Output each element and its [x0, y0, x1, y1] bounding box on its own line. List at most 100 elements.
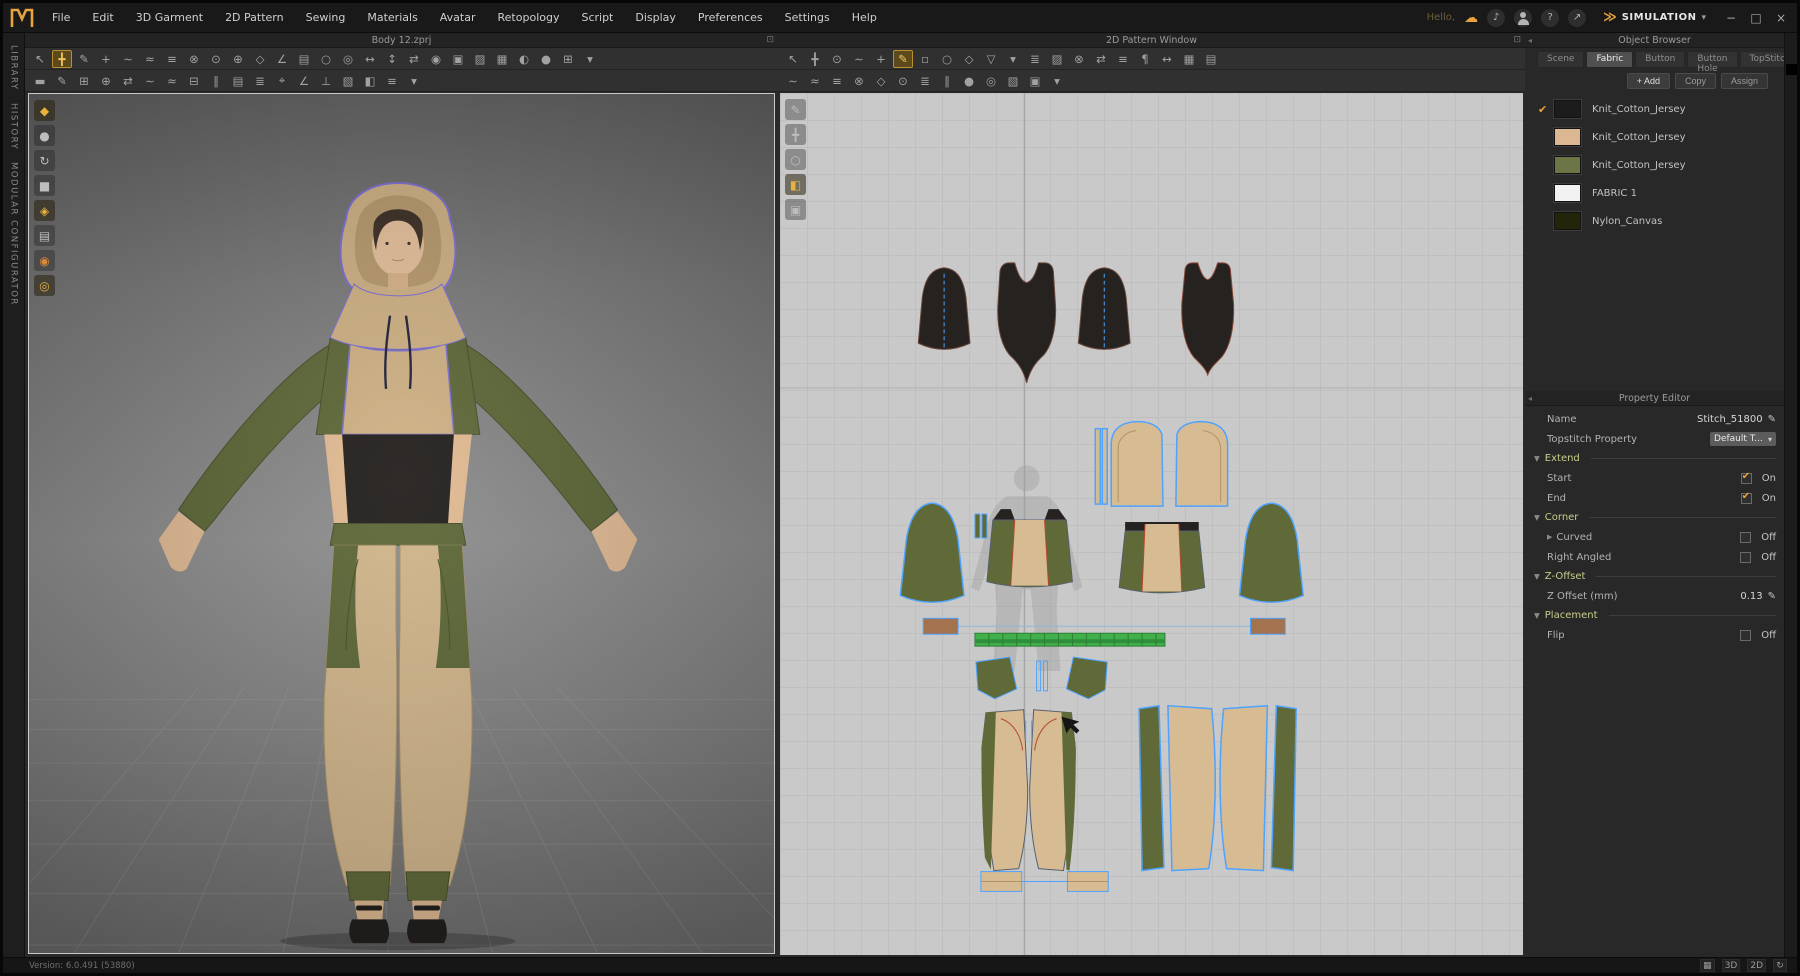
add-point-2d-icon[interactable]: +	[871, 50, 891, 68]
show-pattern-icon[interactable]: ▣	[448, 50, 468, 68]
tack-icon[interactable]: ⊕	[228, 50, 248, 68]
buttonhole-icon[interactable]: ◎	[981, 72, 1001, 90]
Knit_Cotton_Jersey[interactable]: Knit_Cotton_Jersey	[1525, 123, 1784, 151]
menu-sewing[interactable]: Sewing	[297, 7, 355, 28]
edit-pencil-icon[interactable]: ✎	[1768, 591, 1776, 602]
texture-2d-icon[interactable]: ▦	[1179, 50, 1199, 68]
pattern-hood-right[interactable]	[1176, 422, 1228, 507]
snap-icon[interactable]: ⌖	[272, 72, 292, 90]
camera-icon[interactable]: ◐	[514, 50, 534, 68]
transform-pattern-icon[interactable]: ╋	[52, 50, 72, 68]
Nylon_Canvas[interactable]: Nylon_Canvas	[1525, 207, 1784, 235]
show-pose-icon[interactable]: ↻	[34, 150, 55, 171]
section-corner[interactable]: ▼ Corner	[1525, 508, 1784, 527]
section-placement[interactable]: ▼ Placement	[1525, 606, 1784, 625]
relax-icon[interactable]: ≈	[162, 72, 182, 90]
mirror-icon[interactable]: ⇄	[118, 72, 138, 90]
render-icon[interactable]: ●	[536, 50, 556, 68]
object-browser-tab[interactable]: Scene	[1537, 51, 1584, 68]
grid-snap-icon[interactable]: ⊞	[558, 50, 578, 68]
wind-icon[interactable]: ∠	[272, 50, 292, 68]
pen-2d-icon[interactable]: ✎	[893, 50, 913, 68]
scale-icon[interactable]: ⇄	[404, 50, 424, 68]
user-account-icon[interactable]	[1514, 9, 1532, 27]
help-icon[interactable]: ?	[1541, 9, 1559, 27]
uv-grid-icon[interactable]: ▦	[492, 50, 512, 68]
menu-avatar[interactable]: Avatar	[431, 7, 485, 28]
options-retopo-icon[interactable]: ▾	[404, 72, 424, 90]
assign-fabric-button[interactable]: Assign	[1721, 73, 1768, 89]
show-seams-icon[interactable]: ▤	[34, 225, 55, 246]
free-sew-2d-icon[interactable]: ≈	[805, 72, 825, 90]
pin-2d-icon[interactable]: ⊙	[893, 72, 913, 90]
fold-2d-icon[interactable]: ◇	[871, 72, 891, 90]
dart-icon[interactable]: ▽	[981, 50, 1001, 68]
copy-fabric-button[interactable]: Copy	[1675, 73, 1716, 89]
edit-curvature-icon[interactable]: ∼	[849, 50, 869, 68]
undock-icon[interactable]: ⊡	[766, 35, 774, 45]
pressure-icon[interactable]: ◎	[338, 50, 358, 68]
detach-sewing-icon[interactable]: ⊗	[184, 50, 204, 68]
add-fabric-button[interactable]: + Add	[1627, 73, 1670, 89]
grid-toggle-icon[interactable]: ▦	[1700, 959, 1715, 972]
circle-icon[interactable]: ○	[937, 50, 957, 68]
zipper-icon[interactable]: ∥	[937, 72, 957, 90]
edit-point-icon[interactable]: ⊙	[827, 50, 847, 68]
show-world-icon[interactable]: ◎	[34, 275, 55, 296]
edit-tool-icon[interactable]: ✎	[785, 99, 806, 120]
sync-view-icon[interactable]: ↻	[1773, 959, 1787, 972]
pattern-pant-back-right[interactable]	[1220, 706, 1267, 871]
angle-icon[interactable]: ∠	[294, 72, 314, 90]
name-value[interactable]: Stitch_51800	[1697, 414, 1763, 425]
menu-edit[interactable]: Edit	[83, 7, 122, 28]
section-extend[interactable]: ▼ Extend	[1525, 449, 1784, 468]
mn-sew-icon[interactable]: ≡	[827, 72, 847, 90]
viewport-3d-canvas[interactable]	[29, 94, 774, 953]
menu-settings[interactable]: Settings	[776, 7, 839, 28]
delete-icon[interactable]: ⊟	[184, 72, 204, 90]
shade-icon[interactable]: ◧	[360, 72, 380, 90]
share-icon[interactable]: ↗	[1568, 9, 1586, 27]
scroll-thumb[interactable]	[1786, 64, 1797, 75]
edit-pencil-icon[interactable]: ✎	[1768, 414, 1776, 425]
show-mannequin-icon[interactable]: ■	[34, 175, 55, 196]
rectangle-icon[interactable]: ▫	[915, 50, 935, 68]
maximize-button[interactable]: □	[1748, 11, 1764, 25]
menu-help[interactable]: Help	[843, 7, 886, 28]
start-checkbox[interactable]	[1741, 473, 1752, 484]
FABRIC 1[interactable]: FABRIC 1	[1525, 179, 1784, 207]
right-angled-checkbox[interactable]	[1740, 552, 1751, 563]
triangle-right-icon[interactable]: ▶	[1547, 533, 1552, 541]
pattern-pant-back-panel-a[interactable]	[1139, 706, 1164, 871]
pattern-hood-left[interactable]	[1111, 422, 1163, 507]
free-sewing-icon[interactable]: ≡	[162, 50, 182, 68]
Knit_Cotton_Jersey[interactable]: Knit_Cotton_Jersey	[1525, 95, 1784, 123]
pattern-hood-band-a[interactable]	[1095, 429, 1100, 504]
polygon-icon[interactable]: ◇	[959, 50, 979, 68]
measure-2d-icon[interactable]: ↔	[1157, 50, 1177, 68]
pan-tool-icon[interactable]: ╋	[785, 124, 806, 145]
pattern-bodysuit-back[interactable]	[1182, 263, 1234, 375]
weld-icon[interactable]: ⊕	[96, 72, 116, 90]
steam-icon[interactable]: ○	[316, 50, 336, 68]
avatar-3d[interactable]	[159, 183, 638, 943]
layout-icon[interactable]: ▤	[228, 72, 248, 90]
pattern-pant-back-left[interactable]	[1168, 706, 1215, 871]
dock-arrow-icon[interactable]: ◂	[1528, 36, 1532, 45]
brush-icon[interactable]: ▬	[30, 72, 50, 90]
pattern-bodice-back-panel[interactable]	[1142, 524, 1182, 592]
simulation-button[interactable]: ≫ SIMULATION ▾	[1595, 10, 1714, 25]
pattern-sleeve-left[interactable]	[900, 503, 964, 602]
z-offset-value[interactable]: 0.13	[1740, 591, 1762, 602]
mode-2d-icon[interactable]: 2D	[1747, 959, 1766, 972]
object-browser-tab[interactable]: Button	[1635, 51, 1685, 68]
viewport-3d[interactable]: ◆●↻■◈▤◉◎	[28, 93, 775, 954]
menu-display[interactable]: Display	[626, 7, 685, 28]
grading-icon[interactable]: ≡	[1113, 50, 1133, 68]
pleat-icon[interactable]: ≣	[915, 72, 935, 90]
layer-icon[interactable]: ◧	[785, 174, 806, 195]
edit-sewing-icon[interactable]: ∼	[118, 50, 138, 68]
unfold-icon[interactable]: ⇄	[1091, 50, 1111, 68]
trace-icon[interactable]: ▨	[1047, 50, 1067, 68]
select-move-icon[interactable]: ↖	[30, 50, 50, 68]
